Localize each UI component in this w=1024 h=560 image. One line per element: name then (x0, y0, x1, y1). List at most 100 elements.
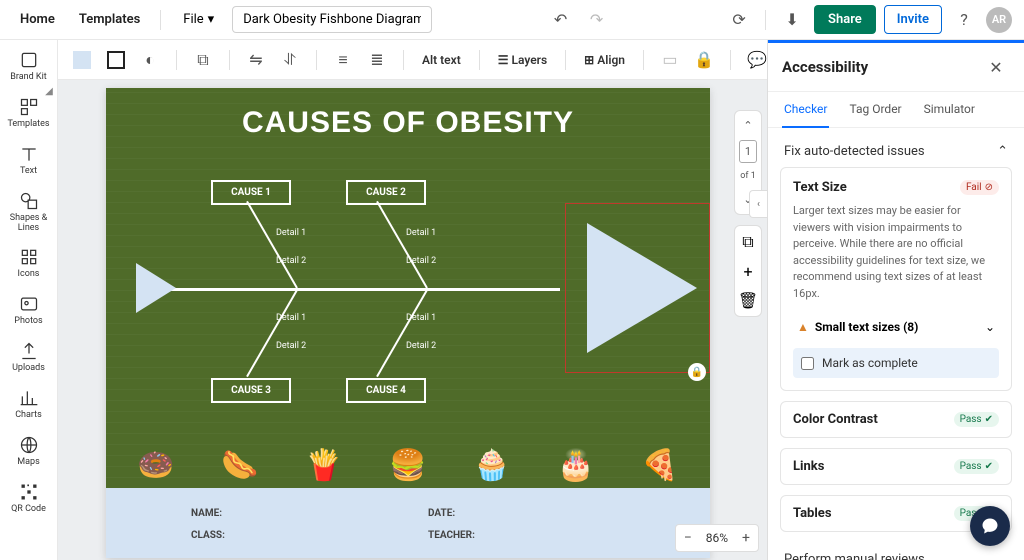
align-button[interactable]: ⊞ Align (578, 53, 631, 67)
download-button[interactable]: ⬇ (778, 6, 806, 34)
flip-h-button[interactable]: ⇋ (242, 46, 270, 74)
file-menu[interactable]: File▾ (173, 6, 224, 33)
text-size-card: Text Size Fail ⊘ Larger text sizes may b… (780, 167, 1012, 391)
detail-text[interactable]: Detail 1 (406, 228, 436, 238)
zoom-in[interactable]: + (734, 525, 758, 551)
fish-head[interactable] (587, 223, 697, 353)
rail-qr[interactable]: QR Code (4, 482, 54, 515)
document-title-input[interactable] (232, 6, 432, 33)
rail-templates[interactable]: Templates (4, 97, 54, 130)
group-button[interactable]: ▭ (656, 46, 684, 74)
opacity-tool[interactable]: ◐ (136, 46, 164, 74)
delete-page[interactable]: 🗑 (738, 291, 758, 310)
page-up[interactable]: ⌃ (739, 115, 756, 136)
label-class[interactable]: CLASS: (191, 530, 388, 546)
fill-outline-swatch[interactable] (102, 46, 130, 74)
tab-tag-order[interactable]: Tag Order (847, 92, 903, 127)
detail-text[interactable]: Detail 1 (276, 313, 306, 323)
nav-templates[interactable]: Templates (71, 6, 148, 33)
tab-simulator[interactable]: Simulator (922, 92, 977, 127)
canvas-area[interactable]: CAUSES OF OBESITY 🔒 CAUSE 1 CAUSE 2 CAUS… (58, 80, 767, 560)
lock-icon: 🔒 (688, 363, 706, 381)
donut-icon[interactable]: 🍩 (137, 448, 174, 483)
label-teacher[interactable]: TEACHER: (428, 530, 625, 546)
detail-text[interactable]: Detail 2 (276, 341, 306, 351)
close-panel[interactable]: ✕ (982, 53, 1010, 81)
tab-checker[interactable]: Checker (782, 92, 829, 128)
chevron-up-icon: ⌃ (997, 144, 1008, 159)
undo-button[interactable]: ↶ (547, 6, 575, 34)
top-bar: Home Templates File▾ ↶ ↷ ⟳ ⬇ Share Invit… (0, 0, 1024, 40)
cause-box[interactable]: CAUSE 1 (211, 180, 291, 205)
redo-button[interactable]: ↷ (583, 6, 611, 34)
duplicate-page[interactable]: ⧉ (742, 232, 753, 252)
sync-icon[interactable]: ⟳ (725, 6, 753, 34)
diagram-title[interactable]: CAUSES OF OBESITY (106, 88, 710, 140)
panel-title: Accessibility (782, 58, 868, 76)
zoom-out[interactable]: − (676, 525, 700, 551)
manual-reviews-label: Perform manual reviews (780, 542, 1012, 560)
card-description: Larger text sizes may be easier for view… (793, 203, 999, 302)
rail-maps[interactable]: Maps (4, 435, 54, 468)
fishbone-diagram[interactable]: 🔒 CAUSE 1 CAUSE 2 CAUSE 3 CAUSE 4 Detail… (136, 168, 680, 458)
rail-text[interactable]: Text (4, 144, 54, 177)
design-canvas[interactable]: CAUSES OF OBESITY 🔒 CAUSE 1 CAUSE 2 CAUS… (106, 88, 710, 558)
cake-icon[interactable]: 🎂 (557, 448, 594, 483)
cause-box[interactable]: CAUSE 4 (346, 378, 426, 403)
layers-button[interactable]: ☰ Layers (492, 53, 553, 67)
add-page[interactable]: + (743, 262, 752, 281)
issue-small-text[interactable]: ▲Small text sizes (8) ⌄ (793, 312, 999, 342)
hotdog-icon[interactable]: 🌭 (221, 448, 258, 483)
page-tools: ⧉ + 🗑 (734, 225, 762, 317)
pizza-icon[interactable]: 🍕 (641, 448, 678, 483)
rail-icons[interactable]: Icons (4, 247, 54, 280)
fish-tail (136, 263, 176, 313)
pass-badge: Pass ✔ (954, 412, 999, 427)
chat-button[interactable] (970, 506, 1010, 546)
burger-icon[interactable]: 🍔 (389, 448, 426, 483)
zoom-control: − 86% + (675, 524, 759, 552)
label-date[interactable]: DATE: (428, 508, 625, 524)
zoom-level[interactable]: 86% (700, 531, 734, 545)
rail-brand-kit[interactable]: Brand Kit (4, 50, 54, 83)
copy-button[interactable]: ⧉ (189, 46, 217, 74)
label-name[interactable]: NAME: (191, 508, 388, 524)
lock-button[interactable]: 🔒 (690, 46, 718, 74)
invite-button[interactable]: Invite (884, 5, 942, 34)
mark-complete-row[interactable]: Mark as complete (793, 348, 999, 378)
fill-light-swatch[interactable] (68, 46, 96, 74)
nav-home[interactable]: Home (12, 6, 63, 33)
alt-text-button[interactable]: Alt text (416, 53, 467, 67)
rail-shapes[interactable]: Shapes & Lines (4, 191, 54, 234)
worksheet-labels: NAME: DATE: CLASS: TEACHER: (106, 496, 710, 558)
ruler-toggle[interactable]: ◢ (40, 82, 58, 100)
rail-charts[interactable]: Charts (4, 388, 54, 421)
cause-box[interactable]: CAUSE 2 (346, 180, 426, 205)
detail-text[interactable]: Detail 2 (406, 341, 436, 351)
user-avatar[interactable]: AR (986, 7, 1012, 33)
detail-text[interactable]: Detail 1 (406, 313, 436, 323)
mark-complete-checkbox[interactable] (801, 357, 814, 370)
list-button[interactable]: ≡ (329, 46, 357, 74)
flip-v-button[interactable]: ⥯ (276, 46, 304, 74)
share-button[interactable]: Share (814, 5, 876, 34)
color-contrast-card[interactable]: Color Contrast Pass ✔ (780, 401, 1012, 438)
green-background: CAUSES OF OBESITY 🔒 CAUSE 1 CAUSE 2 CAUS… (106, 88, 710, 488)
rail-photos[interactable]: Photos (4, 294, 54, 327)
links-card[interactable]: Links Pass ✔ (780, 448, 1012, 485)
fix-issues-header[interactable]: Fix auto-detected issues⌃ (780, 136, 1012, 167)
rail-uploads[interactable]: Uploads (4, 341, 54, 374)
fries-icon[interactable]: 🍟 (305, 448, 342, 483)
spacing-button[interactable]: ≣ (363, 46, 391, 74)
fail-badge: Fail ⊘ (960, 180, 999, 195)
cupcake-icon[interactable]: 🧁 (473, 448, 510, 483)
panel-collapse[interactable]: ‹ (749, 190, 767, 218)
detail-text[interactable]: Detail 2 (276, 256, 306, 266)
detail-text[interactable]: Detail 1 (276, 228, 306, 238)
cause-box[interactable]: CAUSE 3 (211, 378, 291, 403)
pass-badge: Pass ✔ (954, 459, 999, 474)
page-current[interactable]: 1 (739, 140, 757, 163)
detail-text[interactable]: Detail 2 (406, 256, 436, 266)
card-title: Text Size (793, 180, 847, 195)
help-button[interactable]: ? (950, 6, 978, 34)
